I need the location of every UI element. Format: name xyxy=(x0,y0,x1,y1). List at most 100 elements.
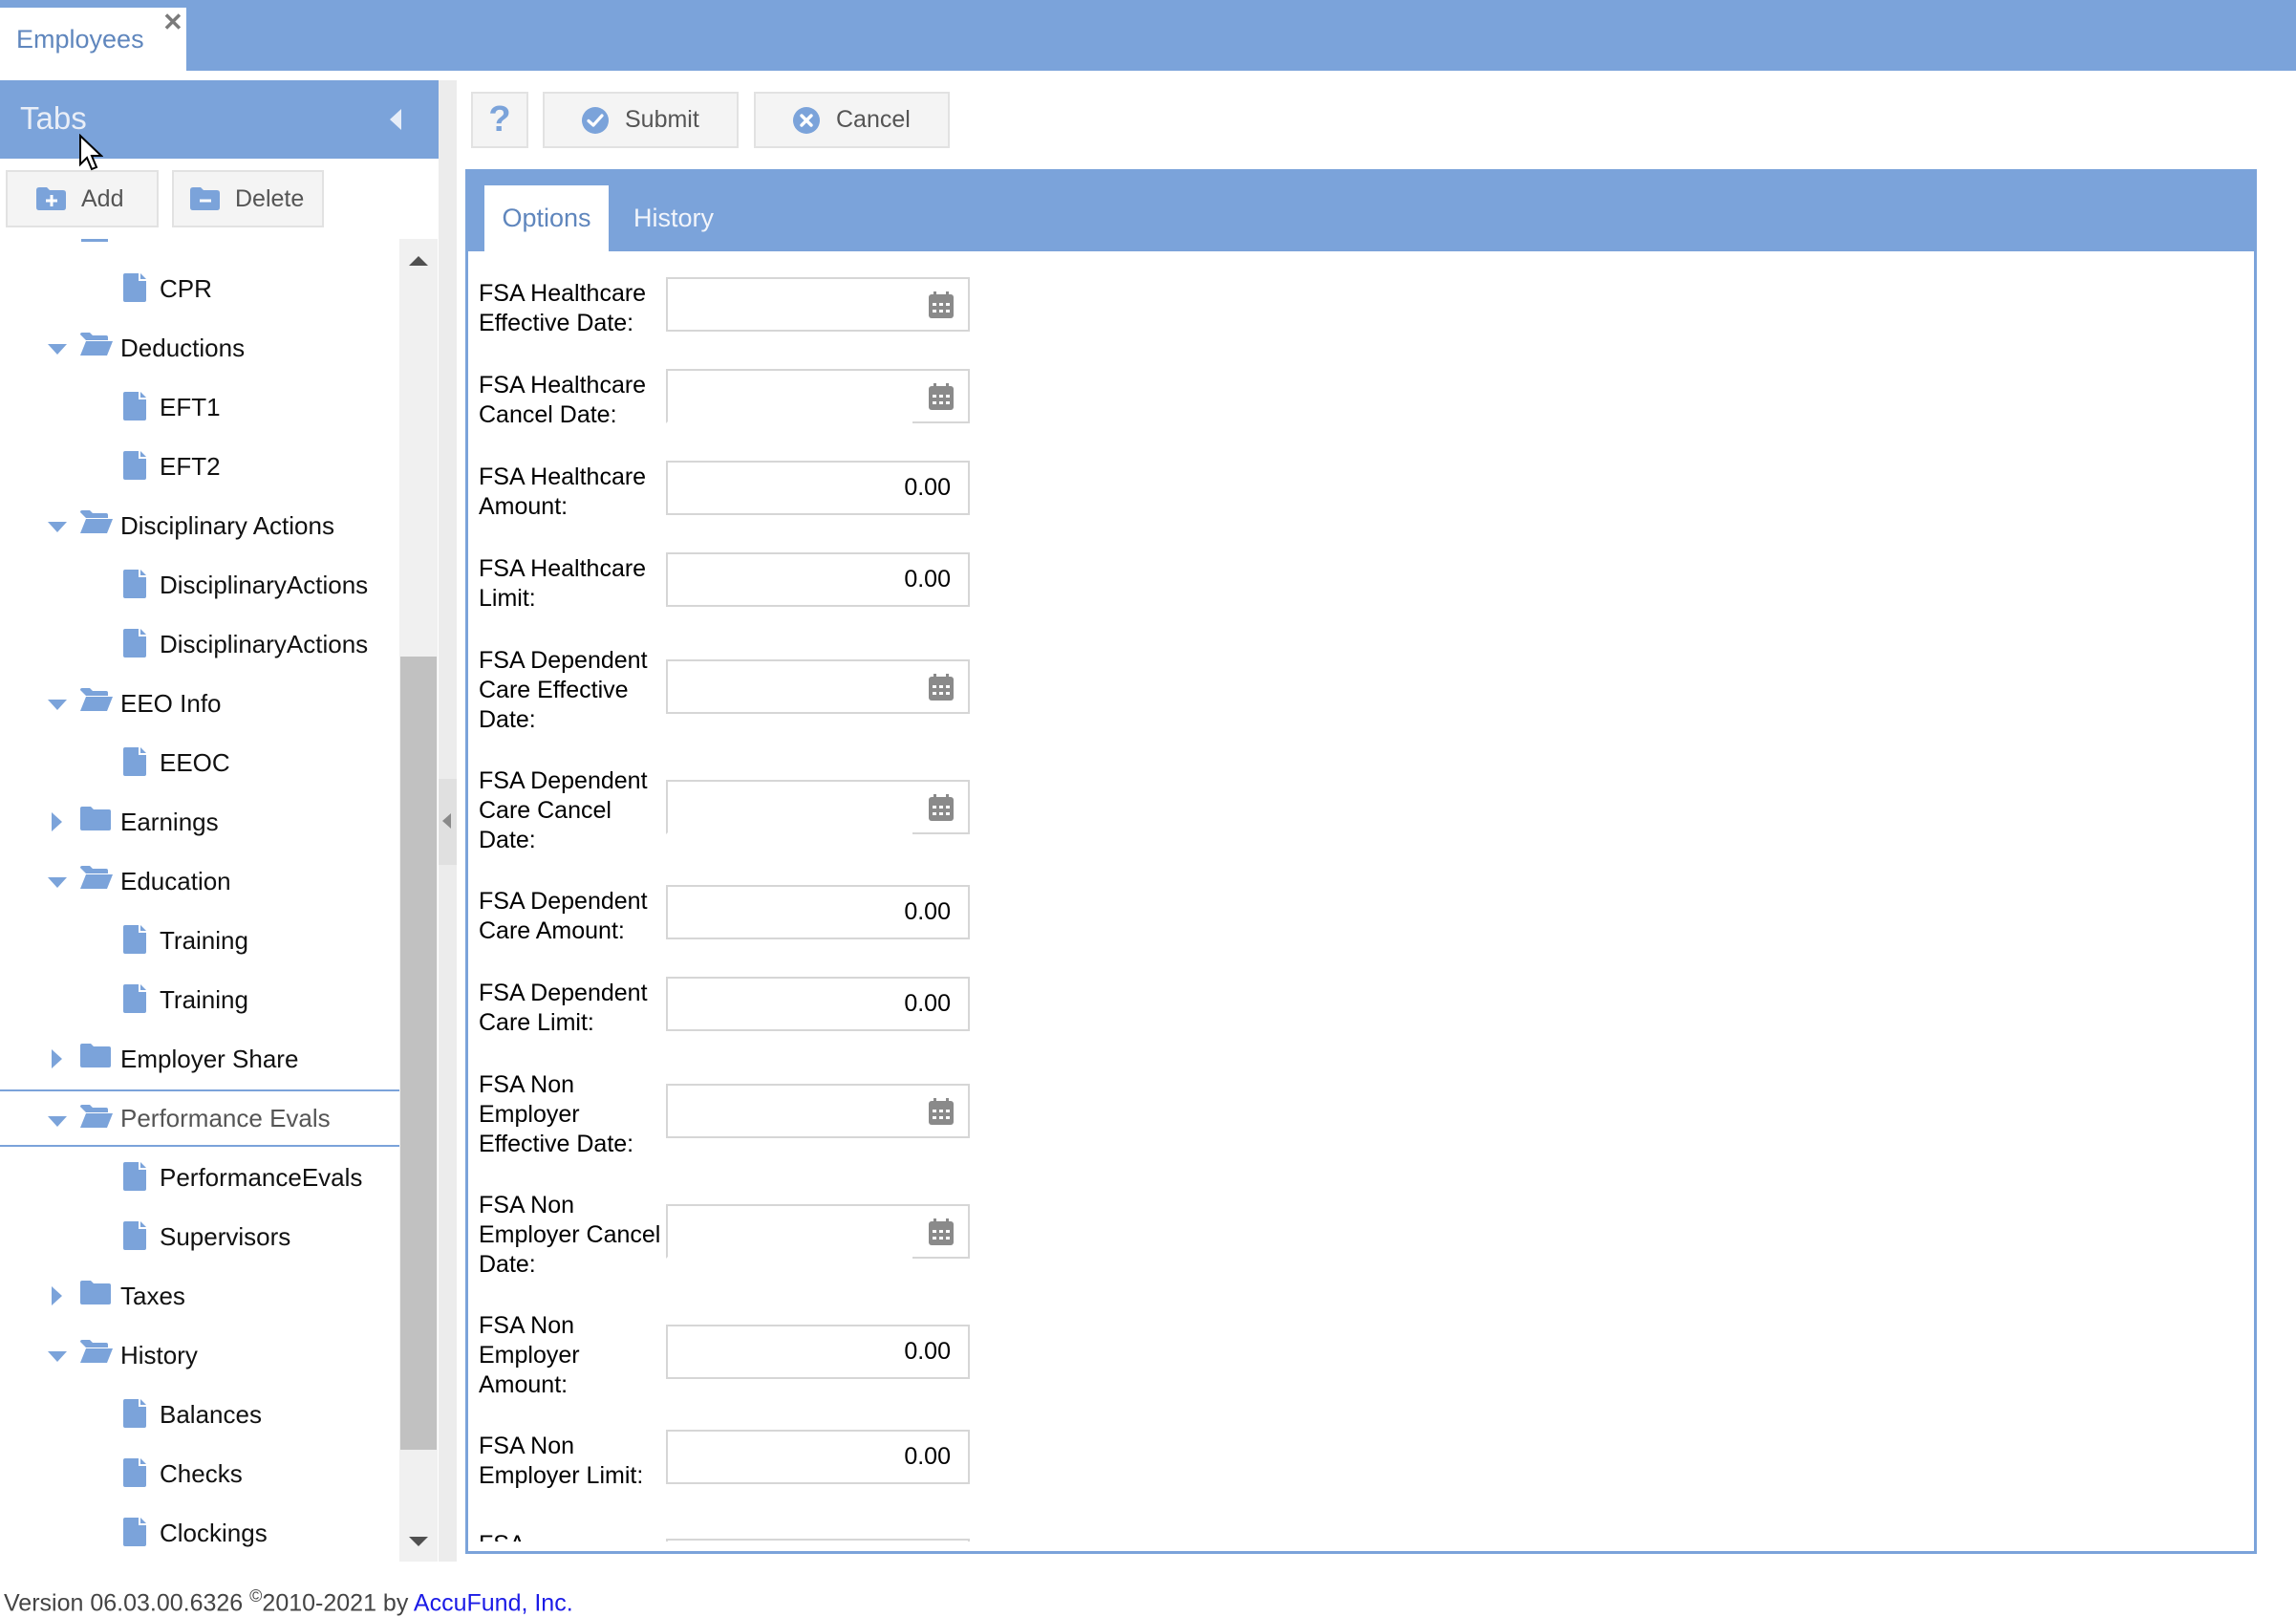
field-label: FSA Non Employer Limit: xyxy=(479,1433,644,1489)
caret-down-icon[interactable] xyxy=(48,877,67,888)
tree-folder[interactable]: Earnings xyxy=(0,793,399,851)
tab-history[interactable]: History xyxy=(621,185,726,251)
tree-item-label: Taxes xyxy=(120,1281,185,1310)
date-input[interactable] xyxy=(666,1084,970,1138)
tree-item[interactable]: EEOC xyxy=(0,734,399,791)
cancel-button[interactable]: Cancel xyxy=(754,92,950,148)
field-label: FSA Non Employer Amount: xyxy=(479,1312,580,1398)
calendar-icon[interactable] xyxy=(929,1218,954,1252)
file-icon xyxy=(123,451,146,486)
delete-button-label: Delete xyxy=(235,184,305,212)
file-icon xyxy=(123,1458,146,1494)
tree-item[interactable]: Training xyxy=(0,912,399,969)
input-value: 0.00 xyxy=(904,898,951,925)
calendar-icon[interactable] xyxy=(929,794,954,828)
tree-item[interactable]: Clockings xyxy=(0,1504,399,1562)
tabs-panel-header: Tabs xyxy=(0,80,439,159)
triangle-left-icon[interactable] xyxy=(390,109,401,130)
amount-input[interactable]: 0.00 xyxy=(666,461,970,515)
delete-button[interactable]: Delete xyxy=(172,170,324,227)
calendar-icon[interactable] xyxy=(929,291,954,325)
tree-folder[interactable]: Deductions xyxy=(0,319,399,377)
file-icon xyxy=(123,273,146,309)
submit-button-label: Submit xyxy=(625,106,699,133)
folder-minus-icon xyxy=(190,187,220,210)
tree-item[interactable]: Checks xyxy=(0,1445,399,1502)
tree-folder[interactable]: Employer Share xyxy=(0,1030,399,1088)
tree-item[interactable]: Balances xyxy=(0,1386,399,1443)
tree-item-label: EFT2 xyxy=(160,451,221,481)
date-input[interactable] xyxy=(666,369,970,423)
scroll-up-arrow-icon[interactable] xyxy=(409,256,428,266)
file-icon xyxy=(123,1221,146,1257)
tree-folder[interactable]: EEO Info xyxy=(0,675,399,732)
tree-item-label: Supervisors xyxy=(160,1221,291,1251)
tree-item[interactable]: DisciplinaryActions xyxy=(0,615,399,673)
input-value: 0.00 xyxy=(904,990,951,1017)
tab-options[interactable]: Options xyxy=(484,185,609,251)
tree-item[interactable]: EFT2 xyxy=(0,438,399,495)
calendar-icon[interactable] xyxy=(929,674,954,707)
tree-item[interactable]: DisciplinaryActions xyxy=(0,556,399,614)
amount-input[interactable]: 0.00 xyxy=(666,1430,970,1484)
folder-open-icon xyxy=(80,1339,113,1370)
partial-input[interactable] xyxy=(666,1539,970,1542)
amount-input[interactable]: 0.00 xyxy=(666,552,970,607)
caret-down-icon[interactable] xyxy=(48,522,67,532)
amount-input[interactable]: 0.00 xyxy=(666,977,970,1031)
window-tab-employees[interactable]: Employees ✕ xyxy=(0,8,186,71)
tabs-tree: CPR Deductions EFT1 EFT2 Disciplinary Action… xyxy=(0,239,399,1562)
field-label: FSA Healthcare Cancel Date: xyxy=(479,372,647,428)
calendar-icon[interactable] xyxy=(929,1098,954,1132)
window-tab-label: Employees xyxy=(16,25,144,54)
tree-folder[interactable]: Taxes xyxy=(0,1267,399,1325)
tree-item-label: Training xyxy=(160,984,248,1014)
submit-button[interactable]: Submit xyxy=(543,92,739,148)
field-label: FSA Dependent Care Limit: xyxy=(479,980,648,1036)
folder-icon xyxy=(80,1043,111,1074)
tree-item[interactable]: CPR xyxy=(0,260,399,317)
close-icon[interactable]: ✕ xyxy=(162,10,183,34)
file-icon xyxy=(123,1399,146,1434)
calendar-icon[interactable] xyxy=(929,383,954,417)
tree-item-label: Performance Evals xyxy=(120,1103,331,1132)
date-input[interactable] xyxy=(666,277,970,332)
amount-input[interactable]: 0.00 xyxy=(666,885,970,939)
add-button[interactable]: Add xyxy=(6,170,159,227)
panel-splitter-handle[interactable] xyxy=(439,779,457,865)
field-label: FSA Non Employer Cancel Date: xyxy=(479,1192,661,1278)
tree-item[interactable]: PerformanceEvals xyxy=(0,1149,399,1206)
tree-item[interactable]: Training xyxy=(0,971,399,1028)
tree-folder[interactable]: Disciplinary Actions xyxy=(0,497,399,554)
input-value: 0.00 xyxy=(904,1443,951,1470)
caret-down-icon[interactable] xyxy=(48,1116,67,1127)
scroll-down-arrow-icon[interactable] xyxy=(409,1537,428,1546)
caret-right-icon[interactable] xyxy=(52,812,62,831)
file-icon xyxy=(123,925,146,960)
caret-down-icon[interactable] xyxy=(48,1351,67,1362)
caret-right-icon[interactable] xyxy=(52,1049,62,1068)
tree-item[interactable]: Supervisors xyxy=(0,1208,399,1265)
date-input[interactable] xyxy=(666,659,970,714)
tree-scrollbar-thumb[interactable] xyxy=(400,657,437,1450)
field-label: FSA Dependent Care Cancel Date: xyxy=(479,767,648,853)
tree-folder[interactable]: History xyxy=(0,1326,399,1384)
company-link[interactable]: AccuFund, Inc. xyxy=(414,1589,573,1616)
tree-item[interactable]: EFT1 xyxy=(0,378,399,436)
tree-folder[interactable]: Education xyxy=(0,852,399,910)
add-button-label: Add xyxy=(81,184,124,212)
tree-folder[interactable]: Performance Evals xyxy=(0,1089,399,1147)
tree-item-label: Deductions xyxy=(120,333,246,362)
caret-down-icon[interactable] xyxy=(48,344,67,355)
tree-item-label: Earnings xyxy=(120,807,219,836)
date-input[interactable] xyxy=(666,1204,970,1259)
input-value: 0.00 xyxy=(904,1338,951,1365)
date-input[interactable] xyxy=(666,780,970,834)
amount-input[interactable]: 0.00 xyxy=(666,1325,970,1379)
field-label: FSA Healthcare Limit: xyxy=(479,555,647,612)
caret-right-icon[interactable] xyxy=(52,1286,62,1305)
file-icon xyxy=(123,629,146,664)
help-button[interactable]: ? xyxy=(471,92,528,148)
tree-item-label: EFT1 xyxy=(160,392,221,421)
caret-down-icon[interactable] xyxy=(48,700,67,710)
